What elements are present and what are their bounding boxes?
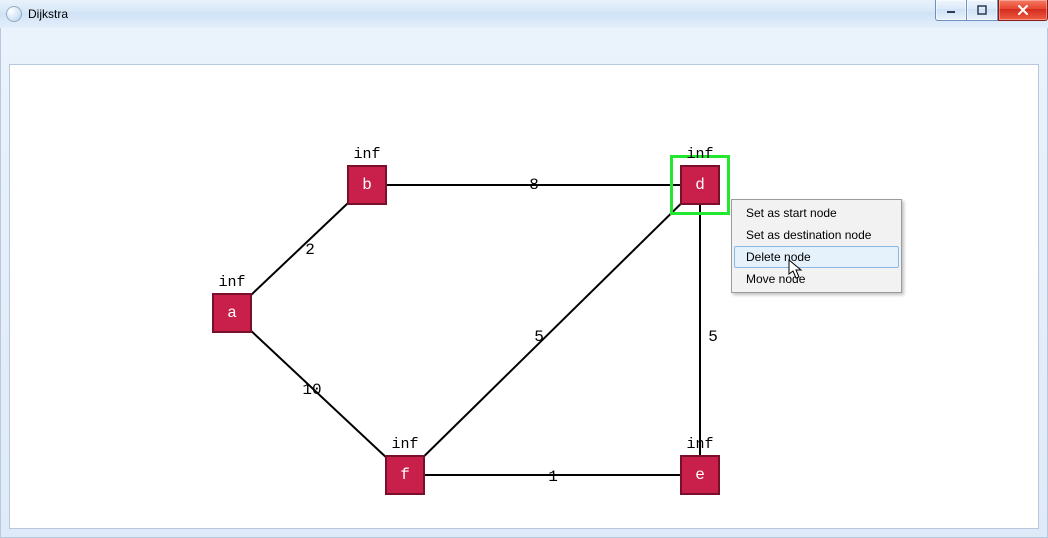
- node-dist-e: inf: [686, 436, 713, 455]
- minimize-button[interactable]: [935, 0, 967, 21]
- maximize-button[interactable]: [966, 0, 998, 21]
- node-dist-d: inf: [686, 146, 713, 165]
- minimize-icon: [946, 5, 956, 15]
- edge-weight-a-f: 10: [302, 381, 321, 399]
- graph-node-f[interactable]: f: [385, 455, 425, 495]
- graph-canvas-frame: 2810551infainfbinfdinfeinffSet as start …: [9, 64, 1039, 529]
- close-icon: [1017, 5, 1029, 15]
- app-icon: [6, 6, 22, 22]
- context-menu-item-1[interactable]: Set as destination node: [734, 224, 899, 246]
- edge-weight-d-e: 5: [708, 328, 718, 346]
- context-menu: Set as start nodeSet as destination node…: [731, 199, 902, 293]
- edge-weight-f-e: 1: [548, 468, 558, 486]
- context-menu-item-0[interactable]: Set as start node: [734, 202, 899, 224]
- close-button[interactable]: [998, 0, 1048, 21]
- context-menu-item-3[interactable]: Move node: [734, 268, 899, 290]
- context-menu-item-2[interactable]: Delete node: [734, 246, 899, 268]
- edge-f-d[interactable]: [405, 185, 700, 475]
- window-controls: [936, 0, 1048, 20]
- graph-node-d[interactable]: d: [680, 165, 720, 205]
- edges-layer: [10, 65, 1038, 528]
- edge-weight-b-d: 8: [529, 176, 539, 194]
- edge-weight-a-b: 2: [305, 241, 315, 259]
- edge-weight-f-d: 5: [534, 328, 544, 346]
- window-title: Dijkstra: [28, 7, 68, 21]
- graph-node-a[interactable]: a: [212, 293, 252, 333]
- title-bar[interactable]: Dijkstra: [0, 0, 1048, 29]
- maximize-icon: [977, 5, 987, 15]
- window-chrome: 2810551infainfbinfdinfeinffSet as start …: [0, 28, 1048, 538]
- node-dist-a: inf: [218, 274, 245, 293]
- graph-canvas[interactable]: 2810551infainfbinfdinfeinffSet as start …: [10, 65, 1038, 528]
- app-window: Dijkstra 2810551infainfbinfdinfeinffSet …: [0, 0, 1048, 538]
- node-dist-f: inf: [391, 436, 418, 455]
- graph-node-e[interactable]: e: [680, 455, 720, 495]
- node-dist-b: inf: [353, 146, 380, 165]
- graph-node-b[interactable]: b: [347, 165, 387, 205]
